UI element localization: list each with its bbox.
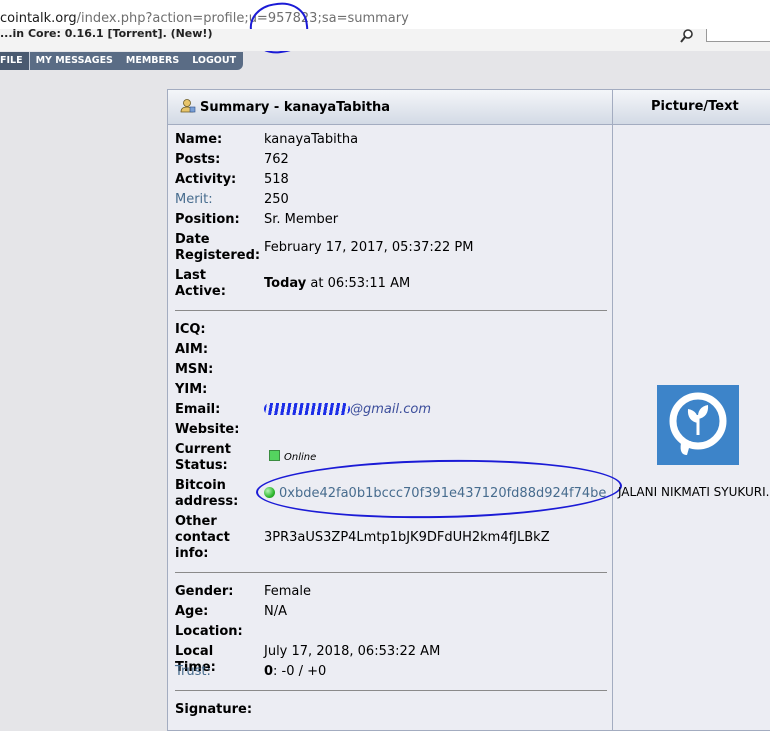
location-label: Location: (175, 624, 243, 639)
last-active-value: Today at 06:53:11 AM (264, 276, 410, 292)
merit-value: 250 (264, 192, 289, 207)
status-value: Online (269, 449, 316, 466)
signature-label: Signature: (175, 702, 253, 717)
divider (175, 310, 607, 311)
icq-label: ICQ: (175, 322, 206, 337)
url-path: /index.php?action=profile;u=957823;sa=su… (76, 11, 409, 26)
redaction-scribble (264, 403, 350, 415)
current-status-label: Current Status: (175, 442, 231, 473)
trust-value: 0: -0 / +0 (264, 664, 326, 680)
search-input[interactable] (706, 29, 770, 42)
trust-link[interactable]: Trust: (175, 664, 211, 680)
date-registered-label: Date Registered: (175, 232, 261, 263)
last-active-label: Last Active: (175, 268, 226, 299)
url-host: cointalk.org (0, 11, 77, 26)
forum-menu-bar: FILE MY MESSAGES MEMBERS LOGOUT (0, 52, 244, 70)
position-label: Position: (175, 212, 240, 227)
gender-label: Gender: (175, 584, 234, 599)
user-icon (180, 99, 196, 113)
merit-link[interactable]: Merit: (175, 192, 213, 208)
email-value[interactable]: @gmail.com (350, 402, 431, 418)
summary-title-text: Summary - kanayaTabitha (200, 100, 391, 115)
other-contact-value: 3PR3aUS3ZP4Lmtp1bJK9DFdUH2km4fJLBkZ (264, 530, 550, 545)
activity-value: 518 (264, 172, 289, 187)
menu-my-messages[interactable]: MY MESSAGES (30, 52, 120, 70)
other-contact-label: Other contact info: (175, 514, 230, 561)
local-time-value: July 17, 2018, 06:53:22 AM (264, 644, 441, 659)
column-divider (612, 90, 613, 730)
name-value: kanayaTabitha (264, 132, 359, 147)
avatar (657, 385, 739, 465)
trust-feedback: : -0 / +0 (273, 664, 327, 679)
yim-label: YIM: (175, 382, 208, 397)
posts-value: 762 (264, 152, 289, 167)
news-text: ...in Core: 0.16.1 [Torrent]. (New!) (0, 27, 213, 40)
url-text[interactable]: cointalk.org/index.php?action=profile;u=… (0, 11, 409, 26)
email-label: Email: (175, 402, 221, 417)
posts-label: Posts: (175, 152, 221, 167)
personal-text: JALANI NIKMATI SYUKURI... (617, 485, 770, 499)
position-value: Sr. Member (264, 212, 339, 227)
date-registered-value: February 17, 2017, 05:37:22 PM (264, 240, 474, 255)
age-label: Age: (175, 604, 209, 619)
online-text: Online (284, 452, 317, 463)
age-value: N/A (264, 604, 287, 619)
msn-label: MSN: (175, 362, 214, 377)
menu-members[interactable]: MEMBERS (120, 52, 186, 70)
last-active-time: at 06:53:11 AM (306, 276, 411, 291)
website-label: Website: (175, 422, 240, 437)
aim-label: AIM: (175, 342, 209, 357)
bitcoin-address-label: Bitcoin address: (175, 478, 239, 509)
name-label: Name: (175, 132, 223, 147)
summary-title: Summary - kanayaTabitha (180, 99, 390, 115)
menu-profile[interactable]: FILE (0, 52, 29, 70)
profile-header: Summary - kanayaTabitha Picture/Text (168, 90, 770, 125)
gender-value: Female (264, 584, 312, 599)
picture-text-header: Picture/Text (651, 99, 739, 114)
search-icon[interactable] (680, 29, 694, 43)
forum-news-strip: ...in Core: 0.16.1 [Torrent]. (New!) (0, 27, 770, 51)
divider (175, 572, 607, 573)
online-status-icon (269, 450, 280, 461)
divider (175, 690, 607, 691)
last-active-today: Today (264, 276, 307, 291)
trust-score: 0 (264, 664, 274, 679)
activity-label: Activity: (175, 172, 237, 187)
menu-logout[interactable]: LOGOUT (186, 52, 243, 70)
avatar-logo-icon (669, 392, 727, 455)
